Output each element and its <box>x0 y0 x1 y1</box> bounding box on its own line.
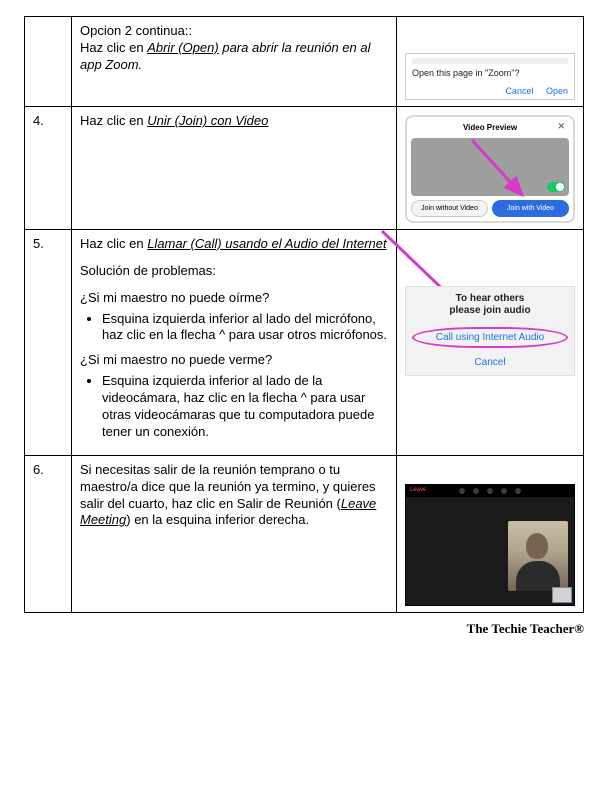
instruction-table: Opcion 2 continua:: Haz clic en Abrir (O… <box>24 16 584 613</box>
mirror-toggle[interactable] <box>547 182 565 192</box>
action-join-video: Unir (Join) con Video <box>147 113 268 128</box>
step-image-leave: Leave <box>397 455 584 612</box>
step-image-audio: To hear others please join audio Call us… <box>397 229 584 455</box>
zoom-meeting-window: Leave <box>405 484 575 606</box>
troubleshoot-header: Solución de problemas: <box>80 263 388 280</box>
dialog-titlebar <box>412 58 568 64</box>
step-text: Haz clic en Llamar (Call) usando el Audi… <box>72 229 397 455</box>
close-icon[interactable]: ✕ <box>557 121 565 133</box>
step-text: Haz clic en Unir (Join) con Video <box>72 107 397 229</box>
row-leave-meeting: 6. Si necesitas salir de la reunión temp… <box>25 455 584 612</box>
question-hear: ¿Si mi maestro no puede oírme? <box>80 290 388 307</box>
step-title: Opcion 2 continua:: <box>80 23 388 40</box>
step-image-join: Video Preview ✕ Join without Video Join … <box>397 107 584 229</box>
action-call-audio: Llamar (Call) usando el Audio del Intern… <box>147 236 386 251</box>
toolbar-icon[interactable] <box>501 488 507 494</box>
join-without-video-button[interactable]: Join without Video <box>411 200 488 217</box>
leave-button[interactable]: Leave <box>410 487 426 495</box>
question-see: ¿Si mi maestro no puede verme? <box>80 352 388 369</box>
dialog-cancel-button[interactable]: Cancel <box>505 86 533 96</box>
action-open: Abrir (Open) <box>147 40 219 55</box>
audio-dialog: To hear others please join audio Call us… <box>405 286 575 376</box>
row-open-zoom: Opcion 2 continua:: Haz clic en Abrir (O… <box>25 17 584 107</box>
row-call-audio: 5. Haz clic en Llamar (Call) usando el A… <box>25 229 584 455</box>
bullet-camera: Esquina izquierda inferior al lado de la… <box>102 373 388 441</box>
highlight-oval: Call using Internet Audio <box>412 327 568 348</box>
footer-brand: The Techie Teacher® <box>24 621 584 637</box>
toolbar-icon[interactable] <box>459 488 465 494</box>
toolbar-icon[interactable] <box>473 488 479 494</box>
audio-cancel-button[interactable]: Cancel <box>410 356 570 369</box>
call-internet-audio-button[interactable]: Call using Internet Audio <box>418 331 562 344</box>
self-thumbnail <box>552 587 572 603</box>
step-number: 5. <box>25 229 72 455</box>
dialog-text: Open this page in "Zoom"? <box>412 68 568 80</box>
bullet-microphone: Esquina izquierda inferior al lado del m… <box>102 311 388 345</box>
dialog-open-button[interactable]: Open <box>546 86 568 96</box>
join-with-video-button[interactable]: Join with Video <box>492 200 569 217</box>
toolbar-icon[interactable] <box>515 488 521 494</box>
toolbar-icon[interactable] <box>487 488 493 494</box>
participant-video <box>508 521 568 591</box>
step-number <box>25 17 72 107</box>
meeting-toolbar <box>406 485 574 497</box>
step-number: 6. <box>25 455 72 612</box>
step-number: 4. <box>25 107 72 229</box>
step-text: Si necesitas salir de la reunión tempran… <box>72 455 397 612</box>
open-zoom-dialog: Open this page in "Zoom"? Cancel Open <box>405 53 575 100</box>
step-text: Opcion 2 continua:: Haz clic en Abrir (O… <box>72 17 397 107</box>
video-preview-title: Video Preview <box>463 123 517 132</box>
video-preview-dialog: Video Preview ✕ Join without Video Join … <box>405 115 575 222</box>
step-image-open: Open this page in "Zoom"? Cancel Open <box>397 17 584 107</box>
row-join-video: 4. Haz clic en Unir (Join) con Video Vid… <box>25 107 584 229</box>
video-pane <box>411 138 569 196</box>
